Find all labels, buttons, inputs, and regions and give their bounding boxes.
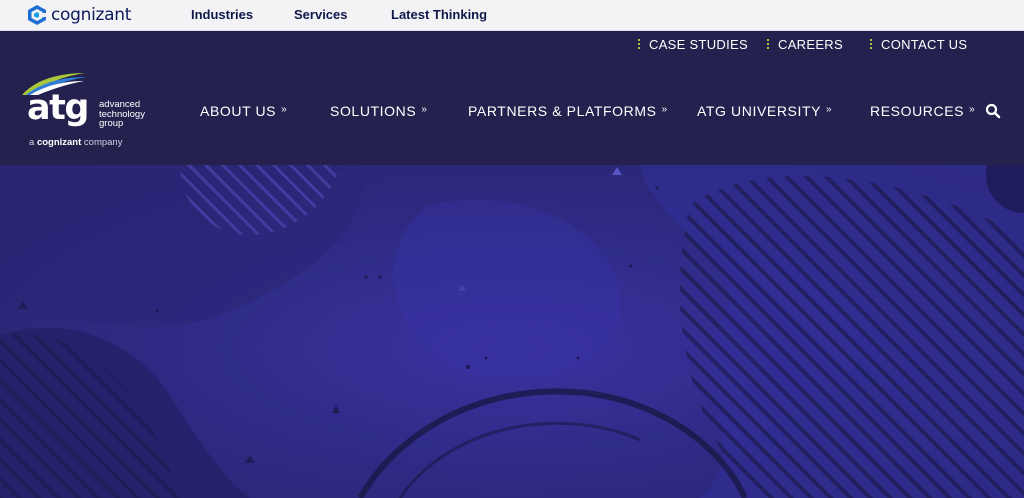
double-chevron-down-icon: » (661, 104, 668, 115)
double-chevron-down-icon: » (826, 104, 833, 115)
topnav-services[interactable]: Services (294, 7, 348, 22)
atg-wordmark: atg (27, 88, 89, 128)
search-button[interactable] (985, 103, 1001, 119)
double-chevron-down-icon: » (421, 104, 428, 115)
nav-label: ATG UNIVERSITY (697, 103, 822, 119)
atg-descriptor-line: group (99, 118, 124, 129)
cognizant-logo[interactable]: cognizant (26, 4, 131, 26)
nav-label: ABOUT US (200, 103, 277, 119)
tagline-suffix: company (83, 137, 123, 148)
atg-logo[interactable]: atg advanced technology group a cognizan… (18, 69, 158, 151)
utility-link-contact-us[interactable]: CONTACT US (870, 37, 967, 52)
bullet-icon (767, 39, 769, 50)
atg-tagline: a cognizant company (29, 137, 122, 148)
hero-background-pattern (0, 165, 1024, 498)
utility-link-case-studies[interactable]: CASE STUDIES (638, 37, 748, 52)
atg-descriptor: advanced technology group (99, 100, 161, 129)
nav-label: RESOURCES (870, 103, 965, 119)
utility-link-label: CAREERS (778, 37, 843, 52)
cognizant-logo-text: cognizant (51, 5, 132, 25)
utility-link-label: CASE STUDIES (649, 37, 748, 52)
nav-solutions[interactable]: SOLUTIONS » (330, 103, 427, 119)
double-chevron-down-icon: » (969, 104, 976, 115)
tagline-brand: cognizant (36, 137, 82, 148)
atg-header: CASE STUDIES CAREERS CONTACT US atg adva… (0, 31, 1024, 165)
utility-link-careers[interactable]: CAREERS (767, 37, 843, 52)
nav-partners-platforms[interactable]: PARTNERS & PLATFORMS » (468, 103, 668, 119)
double-chevron-down-icon: » (281, 104, 288, 115)
bullet-icon (638, 39, 640, 50)
nav-atg-university[interactable]: ATG UNIVERSITY » (697, 103, 832, 119)
search-icon (985, 103, 1001, 119)
utility-link-label: CONTACT US (881, 37, 968, 52)
topnav-industries[interactable]: Industries (191, 7, 253, 22)
nav-label: SOLUTIONS (330, 103, 417, 119)
nav-about-us[interactable]: ABOUT US » (200, 103, 287, 119)
nav-label: PARTNERS & PLATFORMS (468, 103, 657, 119)
cognizant-hex-icon (28, 5, 47, 25)
tagline-prefix: a (29, 137, 35, 148)
topnav-latest-thinking[interactable]: Latest Thinking (391, 7, 487, 22)
cognizant-top-bar: cognizant Industries Services Latest Thi… (0, 0, 1024, 31)
hero-banner (0, 165, 1024, 498)
nav-resources[interactable]: RESOURCES » (870, 103, 975, 119)
bullet-icon (870, 39, 872, 50)
